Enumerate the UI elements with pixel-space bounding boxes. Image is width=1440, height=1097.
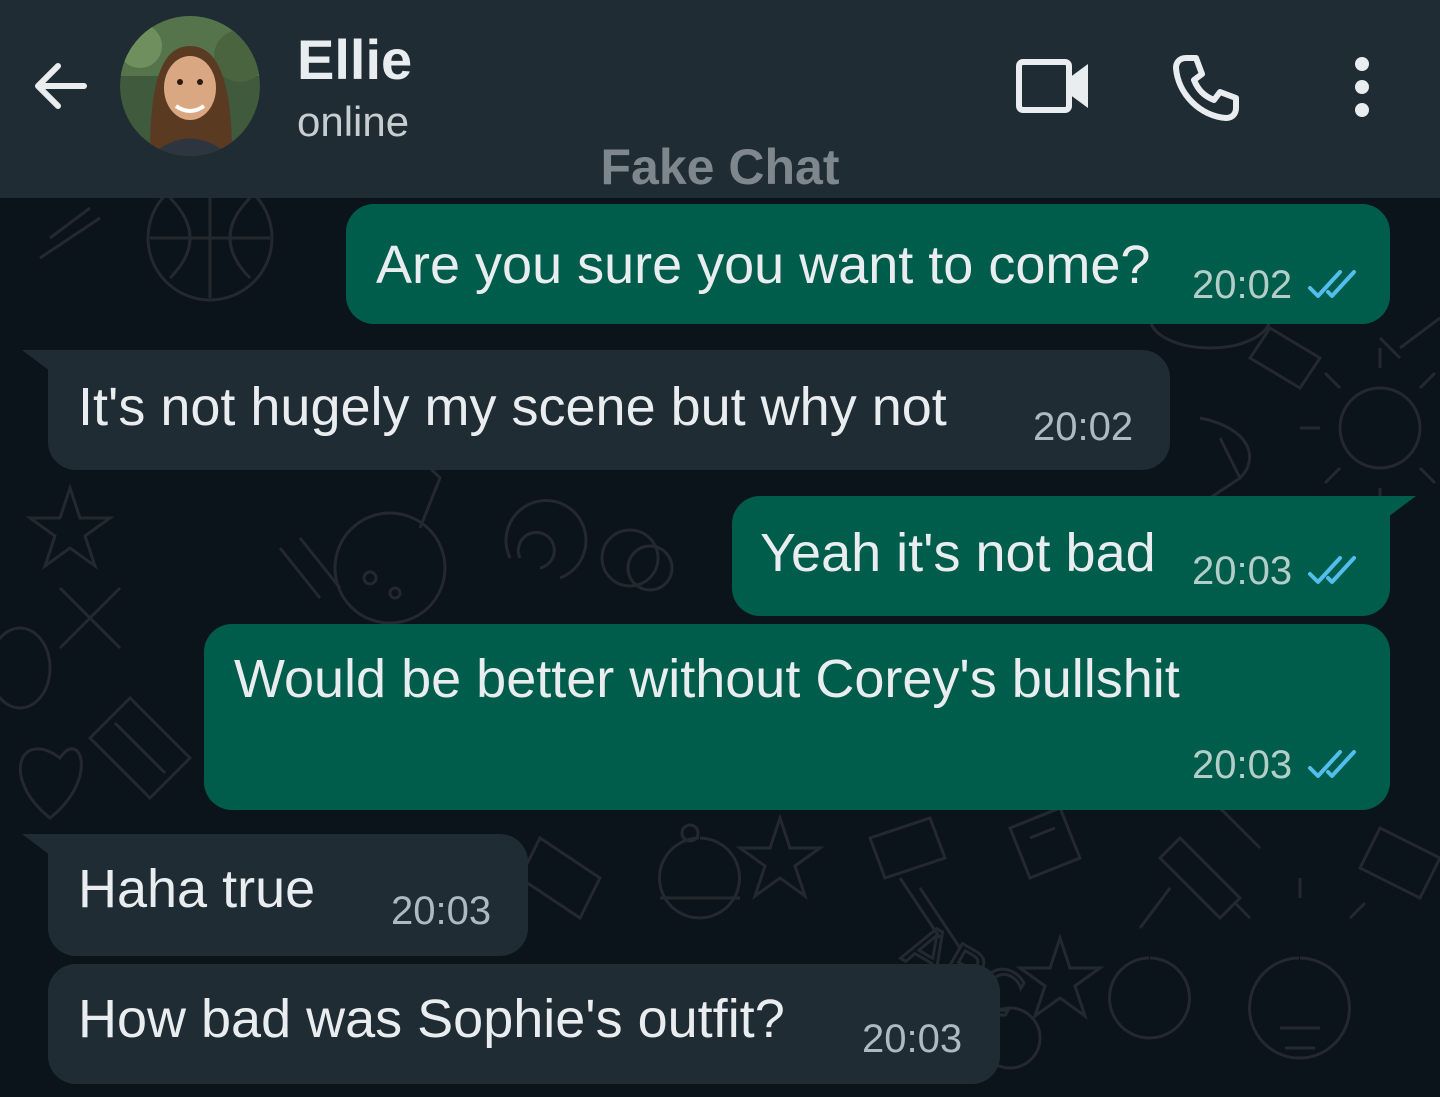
message-meta: 20:03 — [1192, 548, 1362, 594]
chat-header: Ellie online Fake Chat — [0, 0, 1440, 198]
message-time: 20:03 — [862, 1017, 963, 1061]
more-options-icon[interactable] — [1340, 54, 1384, 120]
double-check-icon — [1308, 750, 1357, 778]
message-meta: 20:02 — [1192, 262, 1362, 308]
video-call-icon[interactable] — [1014, 54, 1094, 118]
message-bubble-incoming[interactable]: How bad was Sophie's outfit? 20:03 — [48, 964, 1000, 1084]
message-list[interactable]: ABC Are you sure you want to come? 20:02 — [0, 198, 1440, 1097]
message-text: Are you sure you want to come? — [376, 235, 1151, 295]
message-bubble-outgoing[interactable]: Would be better without Corey's bullshit… — [204, 624, 1390, 810]
avatar[interactable] — [120, 16, 260, 156]
message-bubble-incoming[interactable]: It's not hugely my scene but why not 20:… — [48, 350, 1170, 470]
message-text: It's not hugely my scene but why not — [78, 377, 947, 437]
message-bubble-incoming[interactable]: Haha true 20:03 — [48, 834, 528, 956]
double-check-icon — [1308, 270, 1357, 298]
message-text: Would be better without Corey's bullshit — [234, 649, 1180, 709]
message-time: 20:03 — [1192, 743, 1293, 787]
message-text: Haha true — [78, 859, 316, 919]
message-time: 20:03 — [391, 889, 492, 933]
bubble-tail — [1376, 496, 1416, 526]
double-check-icon — [1308, 556, 1357, 584]
contact-name[interactable]: Ellie — [297, 28, 412, 92]
phone-call-icon[interactable] — [1170, 52, 1242, 124]
watermark-text: Fake Chat — [600, 139, 840, 195]
message-meta: 20:03 — [1192, 742, 1362, 788]
message-bubble-outgoing[interactable]: Yeah it's not bad 20:03 — [732, 496, 1390, 616]
message-text: How bad was Sophie's outfit? — [78, 989, 785, 1049]
message-bubble-outgoing[interactable]: Are you sure you want to come? 20:02 — [346, 204, 1390, 324]
message-time: 20:03 — [1192, 549, 1293, 593]
message-time: 20:02 — [1033, 405, 1134, 449]
message-time: 20:02 — [1192, 263, 1293, 307]
message-text: Yeah it's not bad — [760, 523, 1156, 583]
arrow-back-icon[interactable] — [28, 54, 92, 118]
